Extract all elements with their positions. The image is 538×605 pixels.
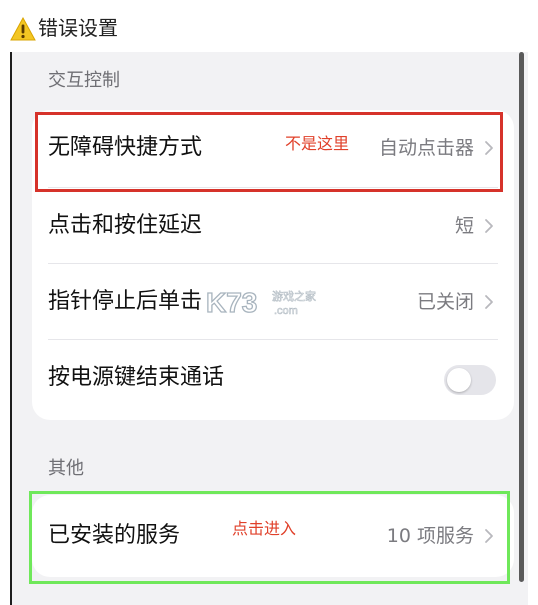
row-tap-hold-delay[interactable]: 点击和按住延迟 短 (32, 188, 514, 264)
tutorial-header: 错误设置 (0, 0, 538, 52)
annotation-wrong: 不是这里 (285, 134, 350, 153)
warning-icon (10, 17, 36, 41)
watermark-text: 游戏之家 (272, 289, 316, 303)
section-label-interaction: 交互控制 (48, 70, 120, 91)
row-label: 指针停止后单击 (48, 289, 203, 314)
wrong-option-highlight (35, 112, 503, 192)
row-label: 按电源键结束通话 (48, 365, 225, 390)
row-power-ends-call[interactable]: 按电源键结束通话 (32, 340, 514, 416)
tutorial-title: 错误设置 (38, 16, 118, 40)
chevron-right-icon (485, 219, 493, 233)
chevron-right-icon (485, 295, 493, 309)
toggle-knob (447, 368, 471, 392)
annotation-correct: 点击进入 (232, 519, 297, 538)
section-label-other: 其他 (48, 458, 84, 479)
row-label: 点击和按住延迟 (48, 213, 203, 238)
watermark-domain: .com (274, 305, 298, 317)
power-ends-call-toggle[interactable] (444, 365, 496, 395)
site-watermark-logo: K73 游戏之家 .com (205, 286, 316, 318)
row-value: 已关闭 (416, 291, 474, 313)
watermark-brand: K73 (206, 287, 257, 318)
scrollbar[interactable] (519, 52, 524, 582)
row-value: 短 (454, 215, 474, 237)
